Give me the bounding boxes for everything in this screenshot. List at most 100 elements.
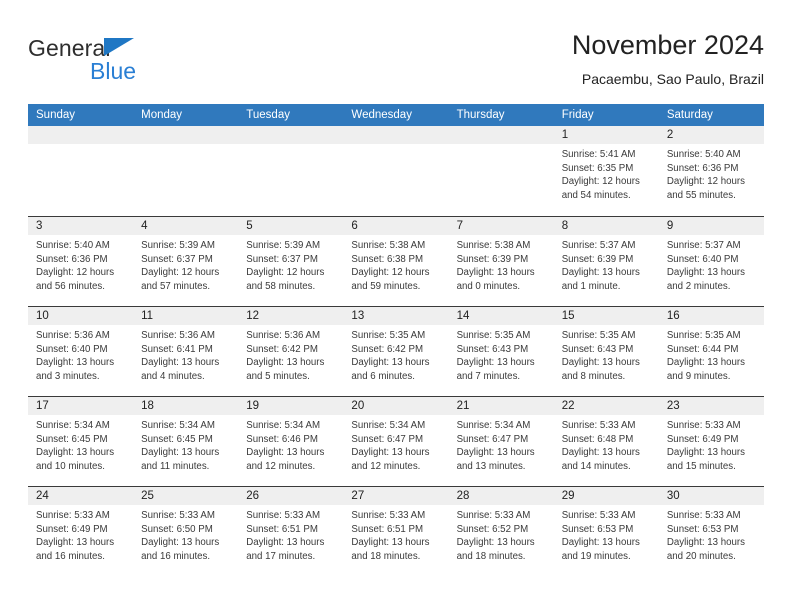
calendar-day-cell[interactable]: 22 Sunrise: 5:33 AM Sunset: 6:48 PM Dayl… <box>553 397 659 486</box>
calendar-day-cell[interactable]: 13 Sunrise: 5:35 AM Sunset: 6:42 PM Dayl… <box>343 307 449 396</box>
day-info <box>343 144 448 148</box>
calendar-day-cell[interactable]: 29 Sunrise: 5:33 AM Sunset: 6:53 PM Dayl… <box>553 487 659 576</box>
calendar-day-cell[interactable]: 27 Sunrise: 5:33 AM Sunset: 6:51 PM Dayl… <box>343 487 449 576</box>
sunset-text: Sunset: 6:51 PM <box>351 523 424 535</box>
sunset-text: Sunset: 6:53 PM <box>666 523 739 535</box>
day-number-band: 24 <box>28 487 134 505</box>
day-number: 6 <box>351 220 358 232</box>
daylight-text-line2: and 16 minutes. <box>36 550 105 562</box>
day-number: 11 <box>141 310 154 322</box>
calendar-day-cell[interactable]: 11 Sunrise: 5:36 AM Sunset: 6:41 PM Dayl… <box>133 307 239 396</box>
daylight-text-line2: and 4 minutes. <box>141 370 205 382</box>
daylight-text-line1: Daylight: 13 hours <box>36 357 115 369</box>
day-number-band <box>343 126 449 144</box>
day-number: 9 <box>666 220 674 232</box>
sunset-text: Sunset: 6:49 PM <box>666 433 739 445</box>
daylight-text-line1: Daylight: 13 hours <box>246 357 325 369</box>
page-header: General Blue November 2024 Pacaembu, Sao… <box>28 28 764 98</box>
daylight-text-line1: Daylight: 13 hours <box>561 267 640 279</box>
day-number-band: 22 <box>553 397 659 415</box>
sunrise-text: Sunrise: 5:40 AM <box>36 240 110 251</box>
day-number: 15 <box>561 310 575 322</box>
day-number: 5 <box>246 220 253 232</box>
sunrise-text: Sunrise: 5:35 AM <box>351 330 426 341</box>
calendar-day-cell[interactable]: 3 Sunrise: 5:40 AM Sunset: 6:36 PM Dayli… <box>28 217 134 306</box>
sunset-text: Sunset: 6:43 PM <box>456 343 529 355</box>
calendar-day-cell[interactable]: 5 Sunrise: 5:39 AM Sunset: 6:37 PM Dayli… <box>238 217 344 306</box>
calendar-day-cell[interactable]: 12 Sunrise: 5:36 AM Sunset: 6:42 PM Dayl… <box>238 307 344 396</box>
calendar-day-cell[interactable]: 15 Sunrise: 5:35 AM Sunset: 6:43 PM Dayl… <box>553 307 659 396</box>
daylight-text-line2: and 17 minutes. <box>246 550 316 562</box>
calendar-day-cell[interactable]: 19 Sunrise: 5:34 AM Sunset: 6:46 PM Dayl… <box>238 397 344 486</box>
calendar-day-cell[interactable]: 16 Sunrise: 5:35 AM Sunset: 6:44 PM Dayl… <box>658 307 764 396</box>
calendar-day-cell[interactable]: 4 Sunrise: 5:39 AM Sunset: 6:37 PM Dayli… <box>133 217 239 306</box>
day-info: Sunrise: 5:34 AM Sunset: 6:45 PM Dayligh… <box>28 415 133 473</box>
generalblue-logo[interactable]: General Blue <box>28 36 208 86</box>
daylight-text-line2: and 18 minutes. <box>456 550 526 562</box>
daylight-text-line1: Daylight: 12 hours <box>561 176 640 188</box>
day-number-band: 4 <box>133 217 239 235</box>
day-info: Sunrise: 5:35 AM Sunset: 6:42 PM Dayligh… <box>343 325 448 383</box>
calendar-day-cell[interactable]: 8 Sunrise: 5:37 AM Sunset: 6:39 PM Dayli… <box>553 217 659 306</box>
calendar-day-cell[interactable]: 21 Sunrise: 5:34 AM Sunset: 6:47 PM Dayl… <box>448 397 554 486</box>
day-info: Sunrise: 5:39 AM Sunset: 6:37 PM Dayligh… <box>133 235 238 293</box>
daylight-text-line1: Daylight: 13 hours <box>246 537 325 549</box>
weekday-header-saturday: Saturday <box>666 109 713 121</box>
day-number-band: 3 <box>28 217 134 235</box>
sunrise-text: Sunrise: 5:33 AM <box>561 420 636 431</box>
calendar-day-cell[interactable]: 24 Sunrise: 5:33 AM Sunset: 6:49 PM Dayl… <box>28 487 134 576</box>
day-number: 29 <box>561 490 575 502</box>
day-info <box>238 144 343 148</box>
day-number: 26 <box>246 490 260 502</box>
calendar-day-cell[interactable]: 18 Sunrise: 5:34 AM Sunset: 6:45 PM Dayl… <box>133 397 239 486</box>
daylight-text-line1: Daylight: 13 hours <box>456 267 535 279</box>
daylight-text-line1: Daylight: 13 hours <box>351 447 430 459</box>
day-number: 3 <box>36 220 43 232</box>
day-info: Sunrise: 5:36 AM Sunset: 6:42 PM Dayligh… <box>238 325 343 383</box>
sunrise-text: Sunrise: 5:33 AM <box>561 510 636 521</box>
daylight-text-line1: Daylight: 13 hours <box>246 447 325 459</box>
calendar-day-cell[interactable]: 6 Sunrise: 5:38 AM Sunset: 6:38 PM Dayli… <box>343 217 449 306</box>
daylight-text-line1: Daylight: 13 hours <box>666 267 745 279</box>
day-info: Sunrise: 5:38 AM Sunset: 6:38 PM Dayligh… <box>343 235 448 293</box>
day-number: 21 <box>456 400 470 412</box>
day-number-band: 10 <box>28 307 134 325</box>
day-number-band: 23 <box>658 397 764 415</box>
day-number-band: 26 <box>238 487 344 505</box>
daylight-text-line1: Daylight: 13 hours <box>456 357 535 369</box>
weekday-header-sunday: Sunday <box>36 109 76 121</box>
day-number: 12 <box>246 310 260 322</box>
calendar-week-row: 17 Sunrise: 5:34 AM Sunset: 6:45 PM Dayl… <box>28 396 764 486</box>
calendar-day-cell[interactable]: 10 Sunrise: 5:36 AM Sunset: 6:40 PM Dayl… <box>28 307 134 396</box>
daylight-text-line1: Daylight: 13 hours <box>141 357 220 369</box>
calendar-day-cell[interactable]: 1 Sunrise: 5:41 AM Sunset: 6:35 PM Dayli… <box>553 126 659 216</box>
sunset-text: Sunset: 6:43 PM <box>561 343 634 355</box>
sunset-text: Sunset: 6:42 PM <box>351 343 424 355</box>
calendar-day-cell[interactable]: 26 Sunrise: 5:33 AM Sunset: 6:51 PM Dayl… <box>238 487 344 576</box>
calendar-day-cell[interactable]: 9 Sunrise: 5:37 AM Sunset: 6:40 PM Dayli… <box>658 217 764 306</box>
calendar-day-cell[interactable]: 25 Sunrise: 5:33 AM Sunset: 6:50 PM Dayl… <box>133 487 239 576</box>
calendar-day-cell[interactable]: 7 Sunrise: 5:38 AM Sunset: 6:39 PM Dayli… <box>448 217 554 306</box>
calendar-day-cell[interactable]: 14 Sunrise: 5:35 AM Sunset: 6:43 PM Dayl… <box>448 307 554 396</box>
daylight-text-line2: and 18 minutes. <box>351 550 421 562</box>
calendar-day-cell[interactable]: 17 Sunrise: 5:34 AM Sunset: 6:45 PM Dayl… <box>28 397 134 486</box>
day-number-band <box>448 126 554 144</box>
calendar-day-cell[interactable]: 20 Sunrise: 5:34 AM Sunset: 6:47 PM Dayl… <box>343 397 449 486</box>
logo-text-blue: Blue <box>90 58 137 84</box>
daylight-text-line1: Daylight: 12 hours <box>36 267 115 279</box>
sunrise-text: Sunrise: 5:34 AM <box>246 420 321 431</box>
day-number: 24 <box>36 490 49 502</box>
day-info: Sunrise: 5:35 AM Sunset: 6:44 PM Dayligh… <box>659 325 764 383</box>
day-number: 17 <box>36 400 49 412</box>
calendar-day-cell[interactable]: 2 Sunrise: 5:40 AM Sunset: 6:36 PM Dayli… <box>658 126 764 216</box>
day-info: Sunrise: 5:35 AM Sunset: 6:43 PM Dayligh… <box>449 325 554 383</box>
sunset-text: Sunset: 6:39 PM <box>561 253 634 265</box>
logo-triangle-icon <box>104 38 134 56</box>
day-number-band: 16 <box>658 307 764 325</box>
calendar-day-cell[interactable]: 30 Sunrise: 5:33 AM Sunset: 6:53 PM Dayl… <box>658 487 764 576</box>
calendar-day-cell[interactable]: 28 Sunrise: 5:33 AM Sunset: 6:52 PM Dayl… <box>448 487 554 576</box>
sunset-text: Sunset: 6:44 PM <box>666 343 739 355</box>
daylight-text-line2: and 6 minutes. <box>351 370 415 382</box>
day-number-band: 5 <box>238 217 344 235</box>
calendar-day-cell[interactable]: 23 Sunrise: 5:33 AM Sunset: 6:49 PM Dayl… <box>658 397 764 486</box>
